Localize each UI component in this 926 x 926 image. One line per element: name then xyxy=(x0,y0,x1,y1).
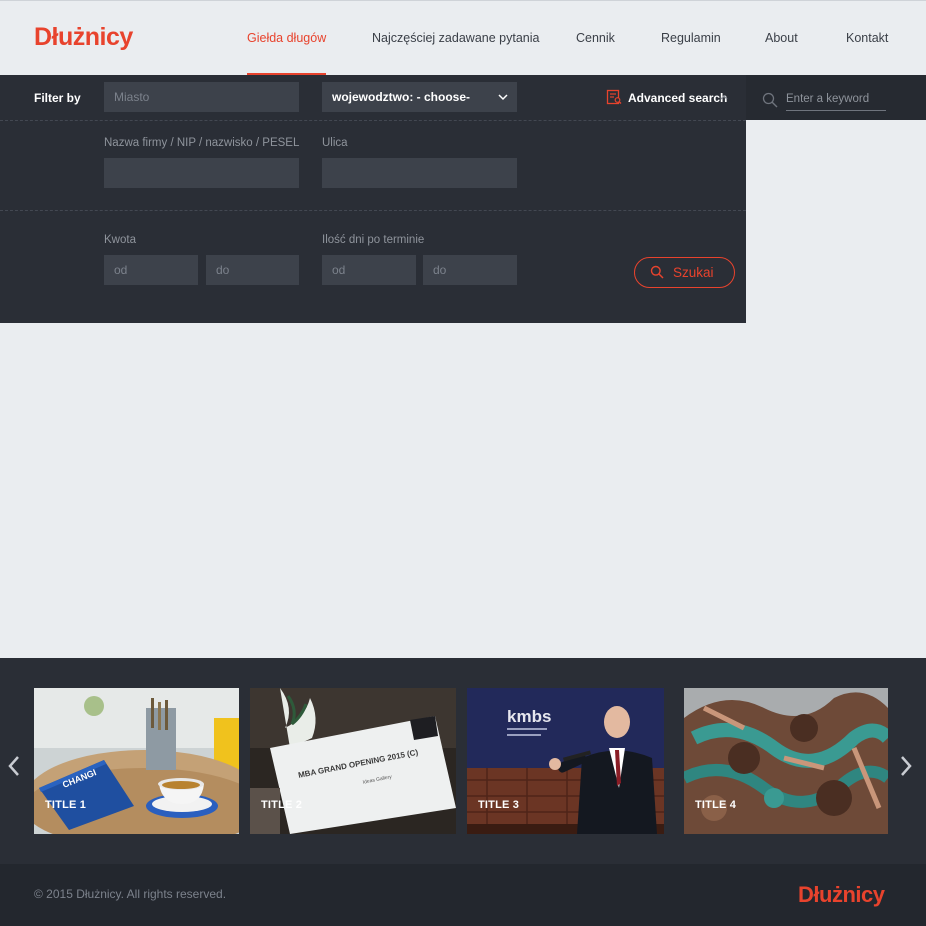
days-from-input[interactable] xyxy=(322,255,416,285)
panel-divider xyxy=(0,210,746,211)
mba-opening-sign-image: MBA GRAND OPENING 2015 (C) Ideas Gallery xyxy=(250,688,456,834)
chevron-right-icon[interactable] xyxy=(899,754,913,778)
street-label: Ulica xyxy=(322,137,348,149)
site-logo[interactable]: Dłużnicy xyxy=(34,23,133,52)
panel-divider xyxy=(0,120,746,121)
days-overdue-label: Ilość dni po terminie xyxy=(322,234,425,246)
street-input[interactable] xyxy=(322,158,517,188)
carousel-slide[interactable]: kmbs TITLE 3 xyxy=(467,688,664,834)
keyword-search xyxy=(746,75,926,120)
sculpture-image xyxy=(684,688,888,834)
days-to-input[interactable] xyxy=(423,255,517,285)
nav-item-about[interactable]: About xyxy=(765,1,798,76)
slide-title: TITLE 2 xyxy=(261,799,303,811)
carousel-slide[interactable]: CHANGI TITLE 1 xyxy=(34,688,239,834)
slide-title: TITLE 4 xyxy=(695,799,737,811)
nav-item-regulamin[interactable]: Regulamin xyxy=(661,1,721,76)
search-button-label: Szukai xyxy=(673,265,714,280)
company-label: Nazwa firmy / NIP / nazwisko / PESEL xyxy=(104,137,300,149)
site-header: Dłużnicy Giełda długów Najczęściej zadaw… xyxy=(0,0,926,76)
nav-item-kontakt[interactable]: Kontakt xyxy=(846,1,888,76)
nav-item-faq[interactable]: Najczęściej zadawane pytania xyxy=(372,1,539,76)
region-select[interactable]: wojewodztwo: - choose- xyxy=(322,82,517,112)
chevron-down-icon xyxy=(498,94,508,101)
image-carousel: CHANGI TITLE 1 MBA GRAND OPENING 2015 (C… xyxy=(0,658,926,864)
search-icon xyxy=(650,265,664,279)
chevron-left-icon[interactable] xyxy=(7,754,21,778)
carousel-slide[interactable]: MBA GRAND OPENING 2015 (C) Ideas Gallery… xyxy=(250,688,456,834)
slide-title: TITLE 3 xyxy=(478,799,520,811)
amount-from-input[interactable] xyxy=(104,255,198,285)
nav-item-cennik[interactable]: Cennik xyxy=(576,1,615,76)
amount-label: Kwota xyxy=(104,234,136,246)
filter-panel: Filter by wojewodztwo: - choose- Advance… xyxy=(0,75,746,323)
search-button[interactable]: Szukai xyxy=(634,257,735,288)
filter-by-label: Filter by xyxy=(34,91,81,105)
advanced-search-icon xyxy=(606,89,622,105)
chevron-up-icon xyxy=(720,95,728,100)
carousel-slide[interactable]: TITLE 4 xyxy=(684,688,888,834)
city-input[interactable] xyxy=(104,82,299,112)
nav-item-gielda[interactable]: Giełda długów xyxy=(247,1,327,76)
speaker-conference-image: kmbs xyxy=(467,688,664,834)
notebook-coffee-image: CHANGI xyxy=(34,688,239,834)
footer-logo[interactable]: Dłużnicy xyxy=(798,882,885,908)
amount-to-input[interactable] xyxy=(206,255,299,285)
copyright-text: © 2015 Dłużnicy. All rights reserved. xyxy=(34,887,227,901)
region-select-value: wojewodztwo: - choose- xyxy=(332,90,470,104)
slide-title: TITLE 1 xyxy=(45,799,87,811)
search-icon xyxy=(762,92,778,108)
company-input[interactable] xyxy=(104,158,299,188)
banner-text: kmbs xyxy=(507,707,551,726)
advanced-search-label: Advanced search xyxy=(628,91,728,105)
site-footer: © 2015 Dłużnicy. All rights reserved. Dł… xyxy=(0,864,926,926)
keyword-input[interactable] xyxy=(786,87,886,111)
